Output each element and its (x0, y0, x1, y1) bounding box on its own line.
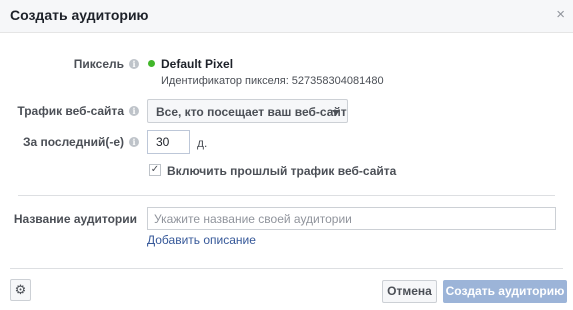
dialog-header: Создать аудиторию × (0, 0, 573, 33)
days-unit: д. (197, 136, 208, 150)
include-past-traffic-label[interactable]: Включить прошлый трафик веб-сайта (167, 164, 396, 178)
pixel-name: Default Pixel (161, 57, 234, 71)
traffic-label: Трафик веб-сайта (17, 104, 124, 118)
audience-name-input[interactable] (147, 207, 556, 230)
info-icon[interactable]: i (129, 137, 139, 147)
pixel-status-dot (148, 60, 155, 67)
traffic-dropdown[interactable]: Все, кто посещает ваш веб-сайт (147, 99, 348, 123)
cancel-button[interactable]: Отмена (382, 280, 437, 303)
create-audience-button[interactable]: Создать аудиторию (443, 280, 567, 303)
traffic-dropdown-value: Все, кто посещает ваш веб-сайт (156, 105, 347, 119)
gear-icon[interactable]: ⚙ (10, 279, 31, 301)
days-input[interactable] (147, 130, 190, 154)
pixel-id: Идентификатор пикселя: 527358304081480 (161, 75, 384, 87)
close-icon[interactable]: × (556, 6, 565, 24)
include-past-traffic-checkbox[interactable]: ✓ (149, 164, 161, 176)
audience-name-label: Название аудитории (13, 212, 137, 226)
create-audience-dialog: Создать аудиторию × Пиксель i Default Pi… (0, 0, 573, 310)
add-description-link[interactable]: Добавить описание (147, 233, 256, 247)
period-label: За последний(-е) (22, 135, 124, 149)
dialog-title: Создать аудиторию (10, 7, 149, 23)
info-icon[interactable]: i (129, 59, 139, 69)
info-icon[interactable]: i (129, 106, 139, 116)
pixel-label: Пиксель (73, 57, 124, 71)
chevron-down-icon (332, 110, 340, 115)
divider (18, 195, 555, 196)
divider (10, 268, 563, 269)
